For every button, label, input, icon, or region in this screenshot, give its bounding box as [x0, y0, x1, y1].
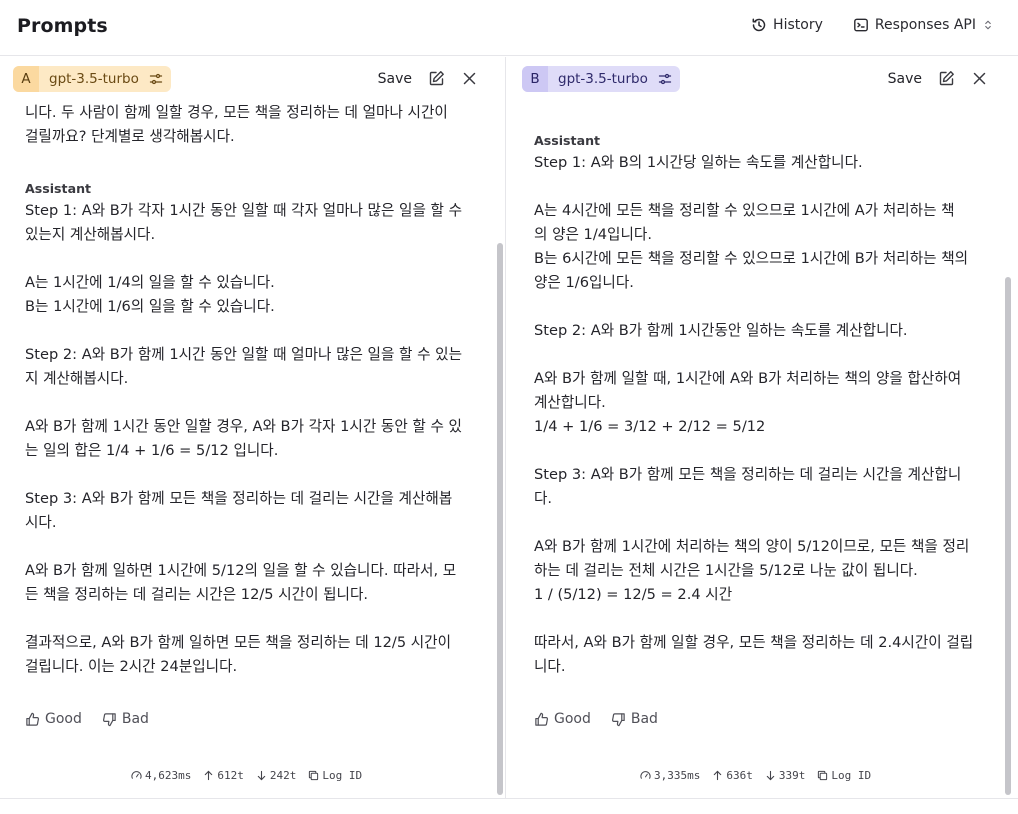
gauge-icon	[640, 771, 651, 779]
copy-icon	[309, 770, 319, 781]
bad-button-b[interactable]: Bad	[611, 711, 658, 727]
panel-b-header: B gpt-3.5-turbo Save	[507, 57, 1018, 99]
good-label: Good	[45, 711, 82, 727]
tokens-in-stat: 612t	[203, 769, 244, 782]
thumbs-up-icon	[535, 712, 549, 726]
feedback-a: Good Bad	[25, 711, 149, 727]
scrollbar-thumb-b[interactable]	[1005, 277, 1011, 795]
bad-button-a[interactable]: Bad	[102, 711, 149, 727]
panel-a-actions: Save	[378, 70, 478, 87]
user-message-cut-line	[25, 99, 465, 101]
settings-sliders-icon[interactable]	[658, 72, 672, 86]
panel-a-messages[interactable]: 니다. 두 사람이 함께 일할 경우, 모든 책을 정리하는 데 얼마나 시간이…	[0, 99, 505, 799]
panel-b-actions: Save	[888, 70, 988, 87]
gauge-icon	[131, 771, 142, 779]
panel-letter-b: B	[522, 66, 548, 92]
panel-b-messages[interactable]: Assistant Step 1: A와 B의 1시간당 일하는 속도를 계산합…	[507, 99, 1018, 799]
assistant-message-a: Assistant Step 1: A와 B가 각자 1시간 동안 일할 때 각…	[25, 181, 475, 679]
arrow-down-icon	[257, 770, 266, 781]
latency-value: 4,623ms	[145, 769, 192, 782]
log-id-label: Log ID	[831, 769, 872, 782]
history-icon	[752, 18, 766, 32]
bad-label: Bad	[121, 711, 149, 727]
model-selector-a[interactable]: A gpt-3.5-turbo	[13, 66, 171, 92]
thumbs-down-icon	[611, 712, 625, 726]
response-stats-b: 3,335ms 636t 339t Log ID	[640, 769, 871, 782]
history-label: History	[773, 17, 823, 33]
user-message-text: 니다. 두 사람이 함께 일할 경우, 모든 책을 정리하는 데 얼마나 시간이…	[25, 104, 448, 145]
arrow-up-icon	[205, 770, 213, 781]
arrow-down-icon	[766, 770, 775, 781]
thumbs-down-icon	[102, 712, 116, 726]
edit-icon[interactable]	[938, 70, 955, 87]
scrollbar-b[interactable]	[1004, 99, 1012, 799]
log-id-label: Log ID	[322, 769, 363, 782]
latency-stat: 4,623ms	[131, 769, 191, 782]
model-name-b: gpt-3.5-turbo	[558, 71, 648, 87]
panel-b: B gpt-3.5-turbo Save Assistant Step 1: A…	[507, 57, 1018, 799]
feedback-b: Good Bad	[534, 711, 658, 727]
top-bar: Prompts History Responses API	[0, 0, 1018, 56]
model-selector-b[interactable]: B gpt-3.5-turbo	[522, 66, 680, 92]
latency-value: 3,335ms	[654, 769, 701, 782]
terminal-icon	[853, 18, 868, 32]
save-button-b[interactable]: Save	[888, 71, 922, 87]
tokens-in-stat: 636t	[712, 769, 753, 782]
scrollbar-a[interactable]	[496, 99, 504, 799]
close-icon[interactable]	[461, 70, 478, 87]
bottom-divider	[0, 798, 1018, 799]
page-title: Prompts	[17, 15, 108, 37]
history-button[interactable]: History	[751, 17, 823, 33]
good-label: Good	[554, 711, 591, 727]
save-button-a[interactable]: Save	[378, 71, 412, 87]
assistant-message-text: Step 1: A와 B의 1시간당 일하는 속도를 계산합니다. A는 4시간…	[534, 154, 974, 675]
tokens-in-value: 636t	[726, 769, 753, 782]
arrow-up-icon	[714, 770, 722, 781]
cut-line-fragment	[25, 99, 455, 101]
tokens-out-stat: 242t	[256, 769, 297, 782]
tokens-out-stat: 339t	[765, 769, 806, 782]
assistant-message-b: Assistant Step 1: A와 B의 1시간당 일하는 속도를 계산합…	[534, 133, 979, 679]
panel-a-header: A gpt-3.5-turbo Save	[0, 57, 505, 99]
chevron-up-down-icon	[985, 20, 991, 30]
edit-icon[interactable]	[428, 70, 445, 87]
assistant-message-text: Step 1: A와 B가 각자 1시간 동안 일할 때 각자 얼마나 많은 일…	[25, 202, 463, 675]
assistant-label-a: Assistant	[25, 181, 92, 196]
latency-stat: 3,335ms	[640, 769, 700, 782]
log-id-button-b[interactable]: Log ID	[817, 769, 871, 782]
settings-sliders-icon[interactable]	[149, 72, 163, 86]
good-button-a[interactable]: Good	[25, 711, 82, 727]
good-button-b[interactable]: Good	[534, 711, 591, 727]
tokens-in-value: 612t	[217, 769, 244, 782]
scrollbar-thumb-a[interactable]	[497, 243, 503, 795]
assistant-label-b: Assistant	[534, 133, 601, 148]
tokens-out-value: 242t	[269, 769, 297, 782]
user-message-b-cut	[534, 99, 774, 103]
log-id-button-a[interactable]: Log ID	[308, 769, 362, 782]
user-message-a: 니다. 두 사람이 함께 일할 경우, 모든 책을 정리하는 데 얼마나 시간이…	[25, 99, 465, 149]
copy-icon	[818, 770, 828, 781]
api-selector[interactable]: Responses API	[853, 17, 994, 33]
tokens-out-value: 339t	[778, 769, 806, 782]
response-stats-a: 4,623ms 612t 242t Log ID	[131, 769, 362, 782]
bad-label: Bad	[630, 711, 658, 727]
panel-letter-a: A	[13, 66, 39, 92]
panel-a: A gpt-3.5-turbo Save 니다. 두 사람이 함께 일할 경우,…	[0, 57, 506, 799]
close-icon[interactable]	[971, 70, 988, 87]
top-actions: History Responses API	[751, 17, 994, 33]
api-label: Responses API	[874, 17, 976, 33]
model-name-a: gpt-3.5-turbo	[49, 71, 139, 87]
thumbs-up-icon	[26, 712, 40, 726]
